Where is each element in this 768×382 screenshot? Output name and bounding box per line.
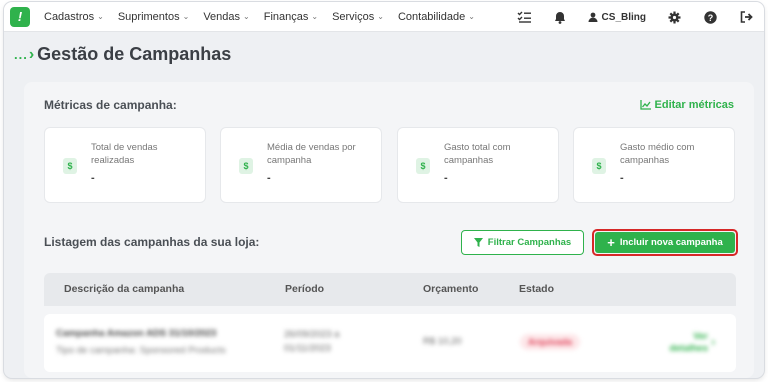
new-campaign-label: Incluir nova campanha bbox=[619, 237, 723, 248]
column-header-descricao: Descrição da campanha bbox=[64, 283, 185, 295]
gear-icon[interactable] bbox=[665, 8, 683, 26]
logout-icon[interactable] bbox=[737, 8, 755, 26]
details-link[interactable]: Ver detalhes bbox=[656, 331, 708, 355]
status-badge: Arquivada bbox=[520, 334, 581, 350]
help-icon[interactable]: ? bbox=[701, 8, 719, 26]
dollar-icon: $ bbox=[592, 158, 606, 174]
chevron-right-icon: › bbox=[28, 45, 35, 63]
page-header: ... › Gestão de Campanhas bbox=[14, 44, 231, 65]
main-panel: Métricas de campanha: Editar métricas $ … bbox=[24, 82, 754, 378]
metric-card-gasto-medio: $ Gasto médio com campanhas - bbox=[573, 127, 735, 203]
metric-value: - bbox=[91, 172, 95, 184]
chevron-down-icon: ⌄ bbox=[311, 12, 319, 21]
chevron-down-icon: ⌄ bbox=[243, 12, 250, 21]
nav-label: Finanças bbox=[263, 10, 309, 23]
chevron-down-icon: ⌄ bbox=[377, 12, 384, 21]
dollar-icon: $ bbox=[63, 158, 77, 174]
column-header-estado: Estado bbox=[519, 283, 555, 295]
listing-section-title: Listagem das campanhas da sua loja: bbox=[44, 235, 260, 249]
bell-icon[interactable] bbox=[551, 8, 569, 26]
campaign-period: 26/09/2023 a 01/11/2023 bbox=[284, 329, 340, 354]
top-navbar: ! Cadastros ⌄ Suprimentos ⌄ Vendas ⌄ Finanç… bbox=[4, 2, 764, 32]
metric-value: - bbox=[444, 172, 448, 184]
filter-icon bbox=[473, 238, 483, 247]
page-title: Gestão de Campanhas bbox=[37, 44, 232, 64]
filter-campaigns-button[interactable]: Filtrar Campanhas bbox=[461, 230, 584, 255]
edit-metrics-label: Editar métricas bbox=[654, 99, 734, 111]
table-header: Descrição da campanha Período Orçamento … bbox=[44, 273, 736, 306]
user-menu[interactable]: CS_Bling bbox=[588, 12, 646, 23]
nav-label: Vendas bbox=[203, 10, 241, 23]
edit-metrics-link[interactable]: Editar métricas bbox=[639, 99, 734, 111]
metric-value: - bbox=[620, 172, 624, 184]
user-name: CS_Bling bbox=[601, 11, 646, 23]
metric-label: Total de vendas realizadas bbox=[91, 142, 158, 166]
nav-label: Cadastros bbox=[44, 10, 95, 23]
user-icon bbox=[588, 12, 598, 22]
chevron-down-icon: ⌄ bbox=[97, 12, 104, 21]
campaign-title: Campanha Amazon ADS 31/10/2023 bbox=[56, 328, 217, 339]
plus-icon: + bbox=[607, 235, 615, 250]
campaign-budget: R$ 10,20 bbox=[423, 336, 462, 347]
new-campaign-button[interactable]: + Incluir nova campanha bbox=[595, 232, 735, 253]
nav-label: Suprimentos bbox=[117, 10, 180, 23]
metric-card-media-vendas: $ Média de vendas por campanha - bbox=[220, 127, 382, 203]
svg-text:?: ? bbox=[707, 12, 713, 22]
nav-contabilidade[interactable]: Contabilidade ⌄ bbox=[398, 11, 475, 23]
app-window: ! Cadastros ⌄ Suprimentos ⌄ Vendas ⌄ Finanç… bbox=[4, 2, 764, 378]
chevron-right-icon[interactable]: › bbox=[711, 334, 715, 349]
top-icons: CS_Bling ? bbox=[506, 2, 764, 32]
metric-card-gasto-total: $ Gasto total com campanhas - bbox=[397, 127, 559, 203]
nav-cadastros[interactable]: Cadastros ⌄ bbox=[44, 11, 104, 23]
nav-label: Serviços bbox=[332, 10, 375, 23]
dollar-icon: $ bbox=[416, 158, 430, 174]
nav-label: Contabilidade bbox=[397, 10, 466, 23]
nav-servicos[interactable]: Serviços ⌄ bbox=[332, 11, 384, 23]
campaign-type: Tipo de campanha: Sponsored Products bbox=[56, 345, 226, 356]
table-row[interactable]: Campanha Amazon ADS 31/10/2023 Tipo de c… bbox=[44, 314, 736, 372]
breadcrumb[interactable]: ... bbox=[14, 47, 28, 62]
metric-value: - bbox=[267, 172, 271, 184]
bling-logo[interactable]: ! bbox=[10, 6, 30, 27]
chevron-down-icon: ⌄ bbox=[182, 12, 190, 21]
nav-suprimentos[interactable]: Suprimentos ⌄ bbox=[118, 11, 189, 23]
metric-label: Gasto médio com campanhas bbox=[620, 142, 695, 166]
new-campaign-highlight: + Incluir nova campanha bbox=[592, 229, 738, 256]
column-header-orcamento: Orçamento bbox=[423, 283, 479, 295]
metric-card-total-vendas: $ Total de vendas realizadas - bbox=[44, 127, 206, 203]
metric-label: Gasto total com campanhas bbox=[444, 142, 511, 166]
column-header-periodo: Período bbox=[285, 283, 325, 295]
metrics-section-title: Métricas de campanha: bbox=[44, 98, 177, 112]
chevron-down-icon: ⌄ bbox=[468, 12, 475, 21]
checklist-icon[interactable] bbox=[515, 8, 533, 26]
dollar-icon: $ bbox=[239, 158, 253, 174]
metric-label: Média de vendas por campanha bbox=[267, 142, 356, 166]
nav-vendas[interactable]: Vendas ⌄ bbox=[203, 11, 249, 23]
filter-label: Filtrar Campanhas bbox=[487, 237, 572, 248]
chart-icon bbox=[639, 100, 651, 110]
nav-financas[interactable]: Finanças ⌄ bbox=[264, 11, 318, 23]
